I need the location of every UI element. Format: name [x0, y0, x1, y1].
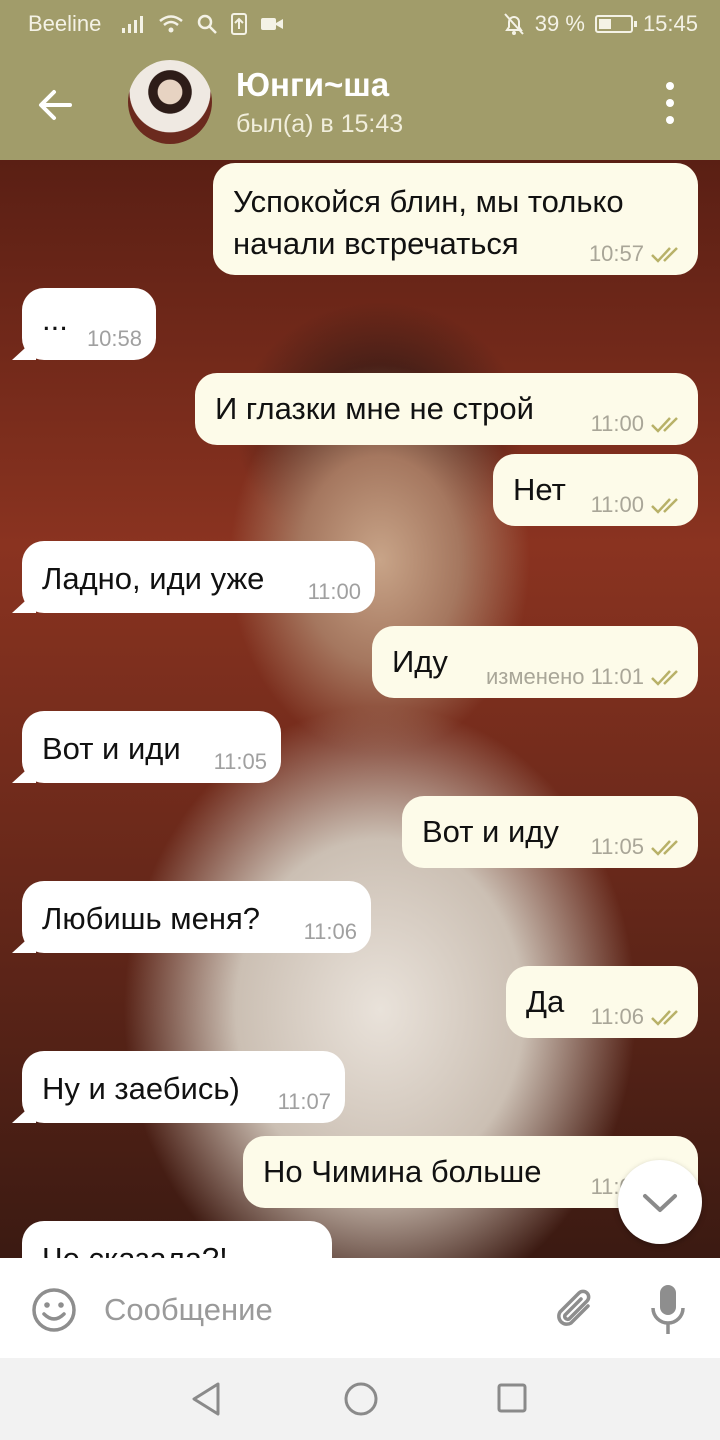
- message-time: 11:07: [277, 1089, 331, 1114]
- bubble-tail: [12, 1101, 36, 1123]
- avatar[interactable]: [128, 60, 212, 144]
- message-bubble[interactable]: ... 10:58: [12, 288, 156, 360]
- message-bubble[interactable]: Иду изменено 11:01: [372, 626, 698, 698]
- chat-header: Юнги~ша был(а) в 15:43: [0, 48, 720, 160]
- message-bubble[interactable]: Любишь меня? 11:06: [12, 881, 371, 953]
- mic-button[interactable]: [648, 1282, 688, 1338]
- message-meta: 11:05: [591, 834, 684, 860]
- message-input-bar: [0, 1258, 720, 1358]
- last-seen-status: был(а) в 15:43: [236, 110, 404, 138]
- message-meta: изменено 11:01: [486, 664, 684, 690]
- message-text: Нет: [513, 472, 566, 507]
- message-meta: 10:57: [589, 241, 684, 267]
- message-meta: 11:07: [278, 1089, 331, 1115]
- message-time: 11:06: [590, 1004, 644, 1029]
- status-icons: [120, 12, 284, 36]
- message-bubble[interactable]: Че сказала?!: [22, 1221, 332, 1258]
- status-right: 39 % 15:45: [503, 11, 698, 37]
- battery-icon: [594, 15, 637, 33]
- message-time: 11:00: [590, 411, 644, 436]
- carrier-name: Beeline: [28, 11, 102, 36]
- message-text: Но Чимина больше: [263, 1154, 542, 1189]
- message-time: 10:58: [86, 326, 142, 351]
- message-time: 11:06: [303, 919, 357, 944]
- read-ticks-icon: [651, 498, 678, 514]
- message-text: Вот и иди: [42, 731, 181, 766]
- message-text: Да: [526, 984, 565, 1019]
- message-meta: 11:05: [214, 749, 267, 775]
- message-text: Любишь меня?: [42, 901, 260, 936]
- video-status-icon: [261, 18, 283, 30]
- message-text: Ладно, иди уже: [42, 561, 265, 596]
- message-meta: 11:00: [591, 411, 684, 437]
- battery-percent: 39 %: [534, 11, 585, 36]
- message-meta: 11:06: [591, 1004, 684, 1030]
- signal-icon: [122, 16, 143, 33]
- message-time: 11:05: [213, 749, 267, 774]
- nav-recent-icon[interactable]: [496, 1382, 528, 1414]
- chat-area[interactable]: Успокойся блин, мы только начали встреча…: [0, 160, 720, 1258]
- message-meta: 11:00: [591, 492, 684, 518]
- message-bubble[interactable]: Вот и иди 11:05: [12, 711, 281, 783]
- message-bubble[interactable]: Ладно, иди уже 11:00: [12, 541, 375, 613]
- message-time: 11:05: [590, 834, 644, 859]
- message-time: 10:57: [588, 241, 644, 266]
- message-bubble[interactable]: Ну и заебись) 11:07: [12, 1051, 345, 1123]
- search-status-icon: [197, 14, 217, 34]
- battery-fill: [598, 19, 611, 29]
- read-ticks-icon: [651, 670, 678, 686]
- mic-icon: [651, 1285, 685, 1334]
- message-text: И глазки мне не строй: [215, 391, 534, 426]
- back-button[interactable]: [30, 80, 80, 130]
- message-meta: 11:06: [304, 919, 357, 945]
- message-time: 11:00: [590, 492, 644, 517]
- message-bubble[interactable]: Успокойся блин, мы только начали встреча…: [213, 163, 698, 275]
- message-meta: 11:00: [308, 579, 361, 605]
- message-text: ...: [42, 302, 68, 337]
- more-vert-icon[interactable]: [656, 82, 686, 128]
- read-ticks-icon: [651, 417, 678, 433]
- read-ticks-icon: [651, 840, 678, 856]
- bubble-tail: [12, 761, 36, 783]
- nav-home-icon[interactable]: [342, 1380, 380, 1418]
- system-nav-bar: [0, 1358, 720, 1440]
- back-arrow-icon: [39, 90, 72, 120]
- message-bubble[interactable]: И глазки мне не строй 11:00: [195, 373, 698, 445]
- message-text: Че сказала?!: [42, 1241, 228, 1258]
- message-text: Вот и иду: [422, 814, 559, 849]
- bubble-tail: [12, 591, 36, 613]
- attach-button[interactable]: [552, 1284, 600, 1336]
- bubble-tail: [12, 931, 36, 953]
- chevron-down-icon: [643, 1194, 677, 1212]
- message-time: 11:00: [307, 579, 361, 604]
- message-text: Иду: [392, 644, 448, 679]
- scroll-down-button[interactable]: [618, 1160, 702, 1244]
- emoji-icon: [32, 1288, 76, 1332]
- wifi-icon: [159, 15, 183, 33]
- message-meta: 10:58: [87, 326, 142, 352]
- upload-status-icon: [231, 13, 247, 35]
- read-ticks-icon: [651, 1010, 678, 1026]
- status-bar: Beeline 39 % 15:45: [0, 0, 720, 48]
- message-bubble[interactable]: Вот и иду 11:05: [402, 796, 698, 868]
- message-input[interactable]: [104, 1288, 524, 1332]
- bubble-tail: [12, 338, 36, 360]
- attach-icon: [557, 1289, 591, 1326]
- message-time: изменено 11:01: [485, 664, 644, 689]
- nav-back-icon[interactable]: [188, 1380, 224, 1418]
- read-ticks-icon: [651, 247, 678, 263]
- message-bubble[interactable]: Да 11:06: [506, 966, 698, 1038]
- contact-name[interactable]: Юнги~ша: [236, 66, 389, 104]
- message-text: Ну и заебись): [42, 1071, 240, 1106]
- bell-off-icon: [504, 13, 524, 35]
- emoji-button[interactable]: [30, 1286, 78, 1334]
- message-bubble[interactable]: Нет 11:00: [493, 454, 698, 526]
- clock: 15:45: [642, 11, 698, 36]
